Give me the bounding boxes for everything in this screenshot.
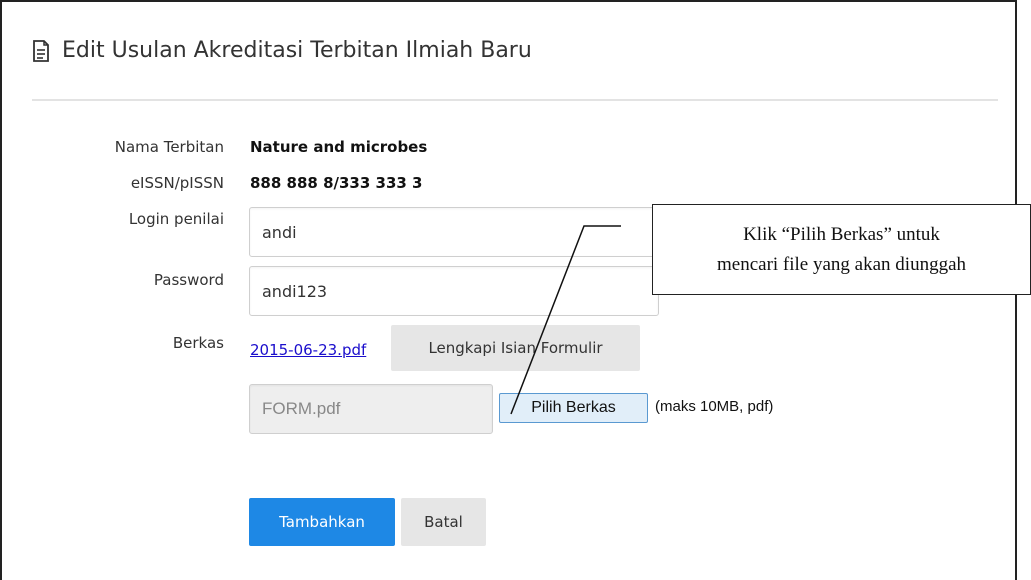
document-icon bbox=[33, 39, 49, 62]
lengkapi-formulir-button[interactable]: Lengkapi Isian Formulir bbox=[391, 325, 640, 371]
berkas-label: Berkas bbox=[172, 334, 224, 352]
issn-label: eISSN/pISSN bbox=[130, 174, 224, 192]
lengkapi-formulir-label: Lengkapi Isian Formulir bbox=[428, 339, 603, 357]
issn-value: 888 888 8/333 333 3 bbox=[250, 174, 423, 192]
file-path-field[interactable]: FORM.pdf bbox=[249, 384, 493, 434]
berkas-file-link[interactable]: 2015-06-23.pdf bbox=[250, 341, 366, 359]
nama-terbitan-value: Nature and microbes bbox=[250, 138, 428, 156]
page-header: Edit Usulan Akreditasi Terbitan Ilmiah B… bbox=[32, 38, 532, 63]
password-label: Password bbox=[153, 271, 224, 289]
callout-line-1: Klik “Pilih Berkas” untuk bbox=[743, 223, 940, 245]
pilih-berkas-label: Pilih Berkas bbox=[531, 399, 616, 416]
annotation-callout: Klik “Pilih Berkas” untuk mencari file y… bbox=[652, 204, 1031, 295]
callout-line-2: mencari file yang akan diunggah bbox=[716, 253, 966, 275]
file-path-value: FORM.pdf bbox=[262, 399, 341, 418]
batal-button[interactable]: Batal bbox=[401, 498, 486, 546]
password-value: andi123 bbox=[262, 281, 328, 301]
header-divider bbox=[32, 99, 998, 101]
file-size-hint: (maks 10MB, pdf) bbox=[655, 398, 774, 415]
nama-terbitan-label: Nama Terbitan bbox=[114, 138, 224, 156]
tambahkan-button[interactable]: Tambahkan bbox=[249, 498, 395, 546]
login-penilai-input[interactable]: andi bbox=[249, 207, 659, 257]
login-penilai-value: andi bbox=[262, 222, 297, 242]
password-input[interactable]: andi123 bbox=[249, 266, 659, 316]
page-title: Edit Usulan Akreditasi Terbitan Ilmiah B… bbox=[62, 38, 532, 63]
pilih-berkas-button[interactable]: Pilih Berkas bbox=[499, 393, 648, 423]
login-penilai-label: Login penilai bbox=[128, 210, 224, 228]
batal-label: Batal bbox=[424, 513, 463, 531]
tambahkan-label: Tambahkan bbox=[279, 513, 365, 531]
